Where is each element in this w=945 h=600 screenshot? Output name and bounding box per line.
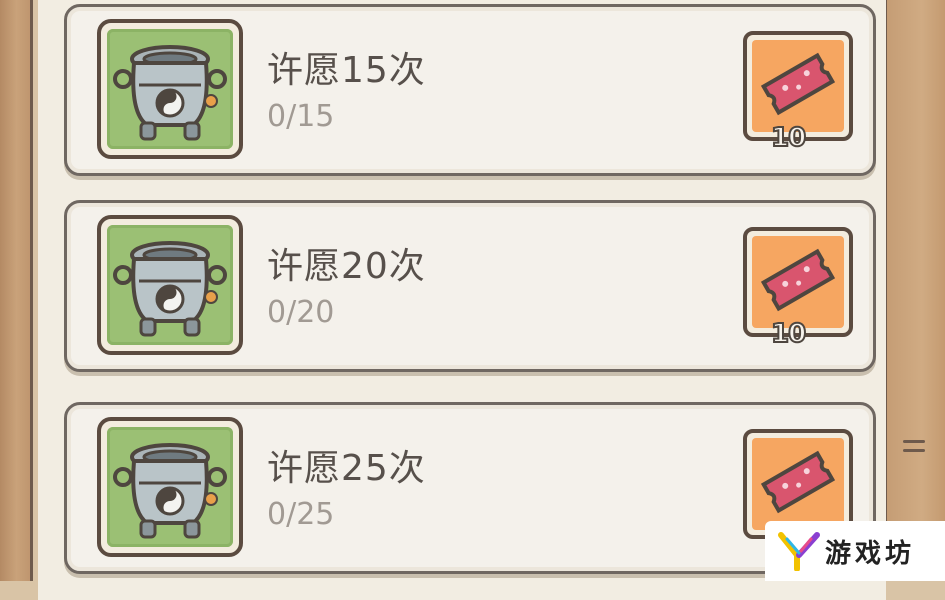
task-progress: 0/15 (267, 99, 335, 134)
colorful-y-logo-icon (778, 532, 820, 571)
task-icon-frame (97, 215, 243, 355)
task-icon-frame (97, 19, 243, 159)
left-wood-border (0, 0, 33, 581)
task-progress: 0/25 (267, 497, 335, 532)
task-title: 许愿15次 (267, 50, 426, 91)
task-card[interactable]: 许愿25次 0/25 (64, 402, 876, 574)
right-wood-border (884, 0, 945, 581)
reward-count: 10 (770, 318, 807, 350)
task-title: 许愿25次 (267, 448, 426, 489)
ticket-icon (760, 248, 836, 312)
wishing-cauldron-icon (113, 241, 227, 337)
task-icon-frame (97, 417, 243, 557)
watermark-text: 游戏坊 (825, 539, 916, 569)
task-card[interactable]: 许愿20次 0/20 10 (64, 200, 876, 372)
ticket-icon (760, 52, 836, 116)
reward-slot[interactable]: 10 (743, 31, 853, 154)
reward-count: 10 (770, 122, 807, 154)
task-title: 许愿20次 (267, 246, 426, 287)
task-progress: 0/20 (267, 295, 335, 330)
reward-slot[interactable]: 10 (743, 227, 853, 350)
ticket-icon (760, 450, 836, 514)
wishing-cauldron-icon (113, 45, 227, 141)
task-card[interactable]: 许愿15次 0/15 10 (64, 4, 876, 176)
decorative-lines (903, 440, 925, 458)
watermark: 游戏坊 (765, 521, 945, 581)
wishing-cauldron-icon (113, 443, 227, 539)
